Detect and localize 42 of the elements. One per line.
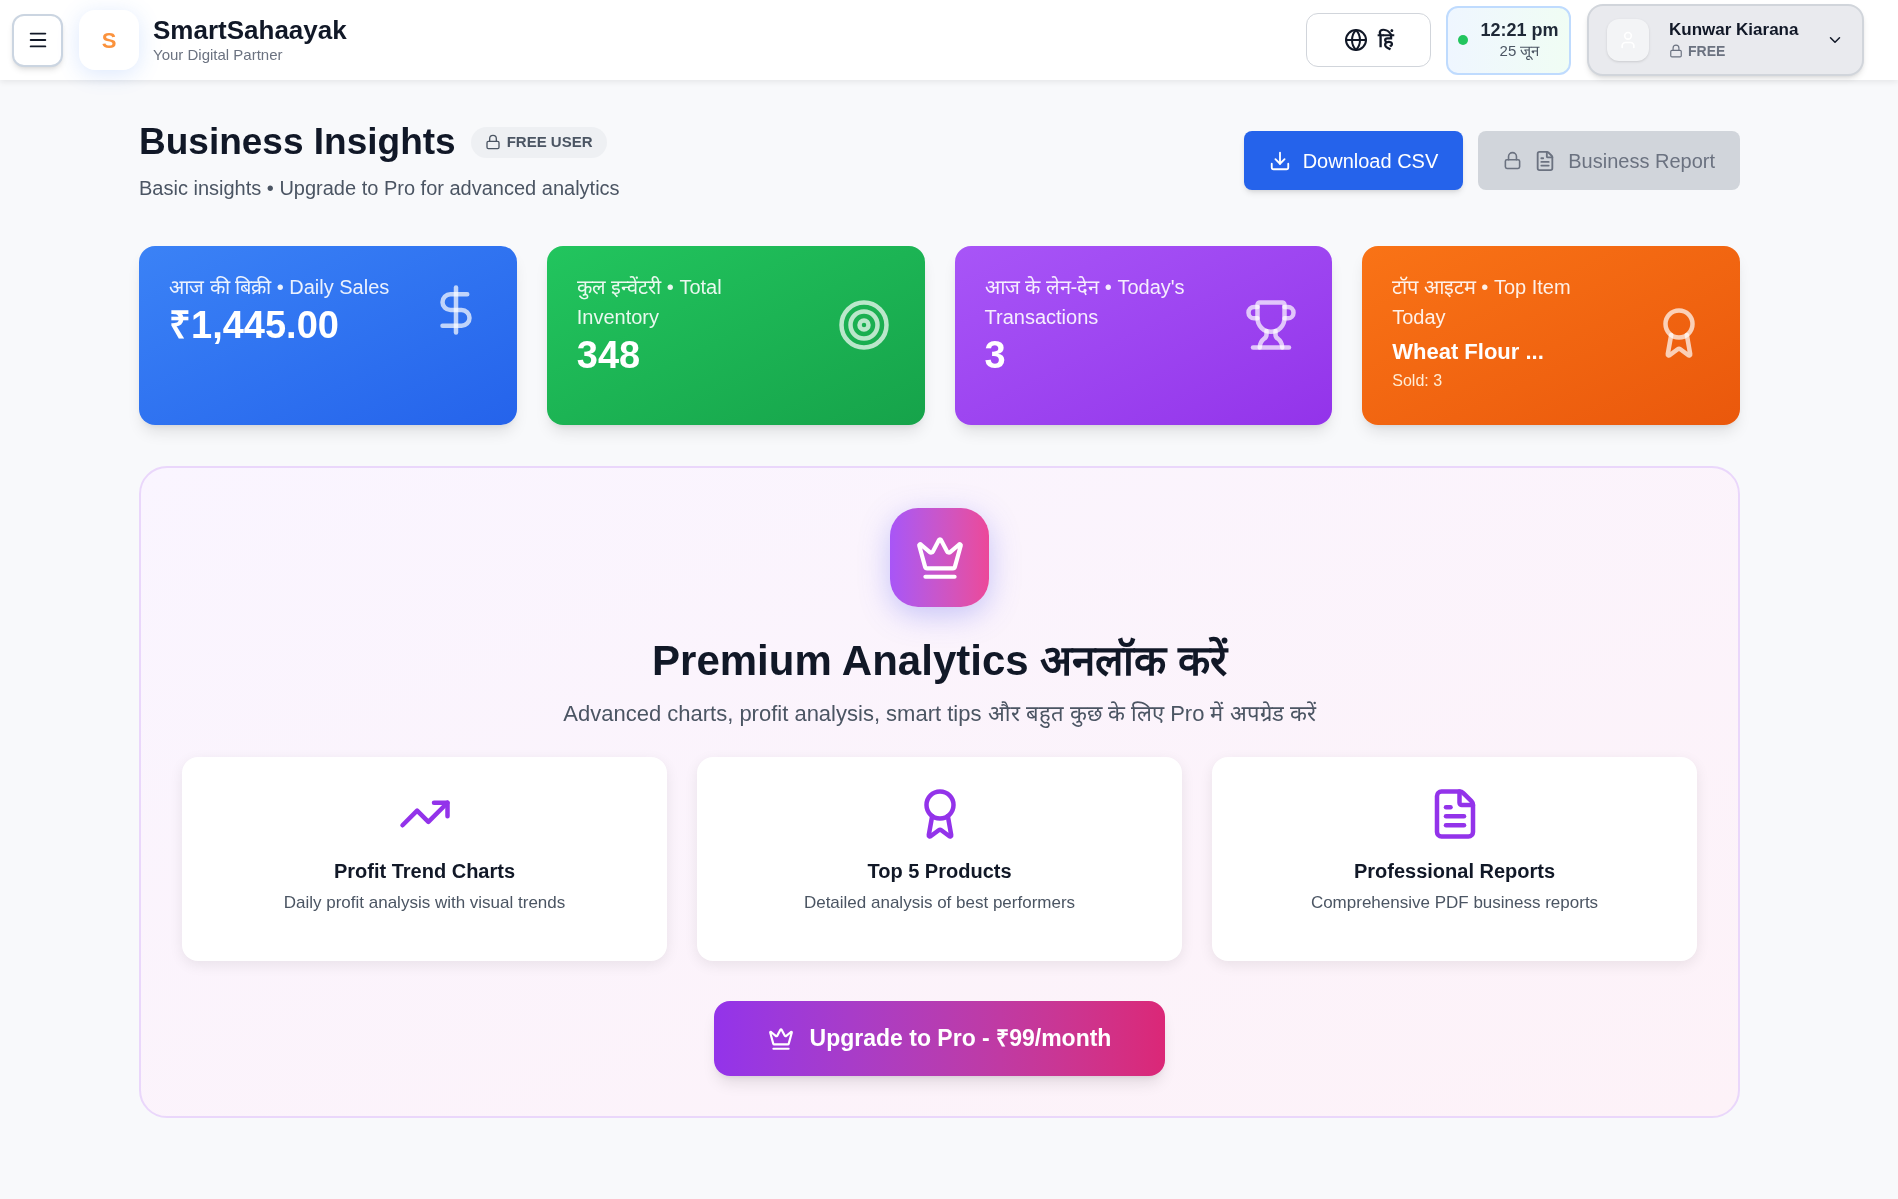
- stat-label: कुल इन्वेंटरी • Total Inventory: [576, 275, 723, 330]
- plan-label: FREE: [1688, 42, 1726, 61]
- feature-title: Profit Trend Charts: [333, 859, 516, 884]
- app-name: SmartSahaayak: [153, 15, 347, 45]
- free-user-badge: FREE USER: [470, 126, 607, 158]
- menu-button[interactable]: [12, 13, 63, 67]
- download-csv-button[interactable]: Download CSV: [1243, 131, 1464, 190]
- lock-icon: [484, 134, 501, 150]
- avatar-icon: [1607, 19, 1649, 61]
- stat-label: आज की बिक्री • Daily Sales: [169, 275, 391, 300]
- clock-time: 12:21 pm: [1480, 19, 1559, 41]
- globe-icon: [1343, 28, 1368, 52]
- lock-icon: [1503, 151, 1523, 170]
- feature-description: Daily profit analysis with visual trends: [283, 892, 566, 914]
- language-button[interactable]: हिं: [1306, 13, 1431, 67]
- feature-title: Professional Reports: [1353, 859, 1556, 884]
- clock-date: 25 जून: [1499, 41, 1540, 61]
- target-icon: [836, 298, 891, 352]
- stat-value: 348: [576, 333, 642, 378]
- lock-icon: [1669, 44, 1683, 58]
- crown-icon: [890, 508, 989, 607]
- premium-subtitle: Advanced charts, profit analysis, smart tips और बहुत कुछ के लिए Pro में अपग्रेड करें: [563, 700, 1316, 729]
- page-title: Business Insights: [139, 120, 456, 164]
- download-icon: [1268, 149, 1291, 172]
- user-name: Kunwar Kiarana: [1669, 19, 1799, 41]
- upgrade-button[interactable]: Upgrade to Pro - ₹99/month: [714, 1001, 1165, 1076]
- logo: S: [79, 10, 139, 70]
- stat-value: Wheat Flour ...: [1392, 338, 1545, 366]
- feature-title: Top 5 Products: [867, 859, 1012, 884]
- premium-title: Premium Analytics अनलॉक करें: [652, 635, 1227, 686]
- feature-description: Detailed analysis of best performers: [803, 892, 1076, 914]
- app-tagline: Your Digital Partner: [153, 45, 284, 65]
- trophy-icon: [1244, 298, 1299, 352]
- stat-value: 3: [984, 333, 1007, 378]
- feature-description: Comprehensive PDF business reports: [1310, 892, 1599, 914]
- stat-note: Sold: 3: [1392, 371, 1444, 391]
- stat-label: आज के लेन-देन • Today's Transactions: [984, 275, 1186, 330]
- user-menu-button[interactable]: Kunwar Kiarana FREE: [1587, 4, 1864, 76]
- crown-icon: [767, 1025, 794, 1052]
- stat-label: टॉप आइटम • Top Item Today: [1392, 275, 1572, 330]
- stat-value: ₹1,445.00: [169, 303, 340, 348]
- page-subtitle: Basic insights • Upgrade to Pro for advanced analytics: [139, 176, 620, 201]
